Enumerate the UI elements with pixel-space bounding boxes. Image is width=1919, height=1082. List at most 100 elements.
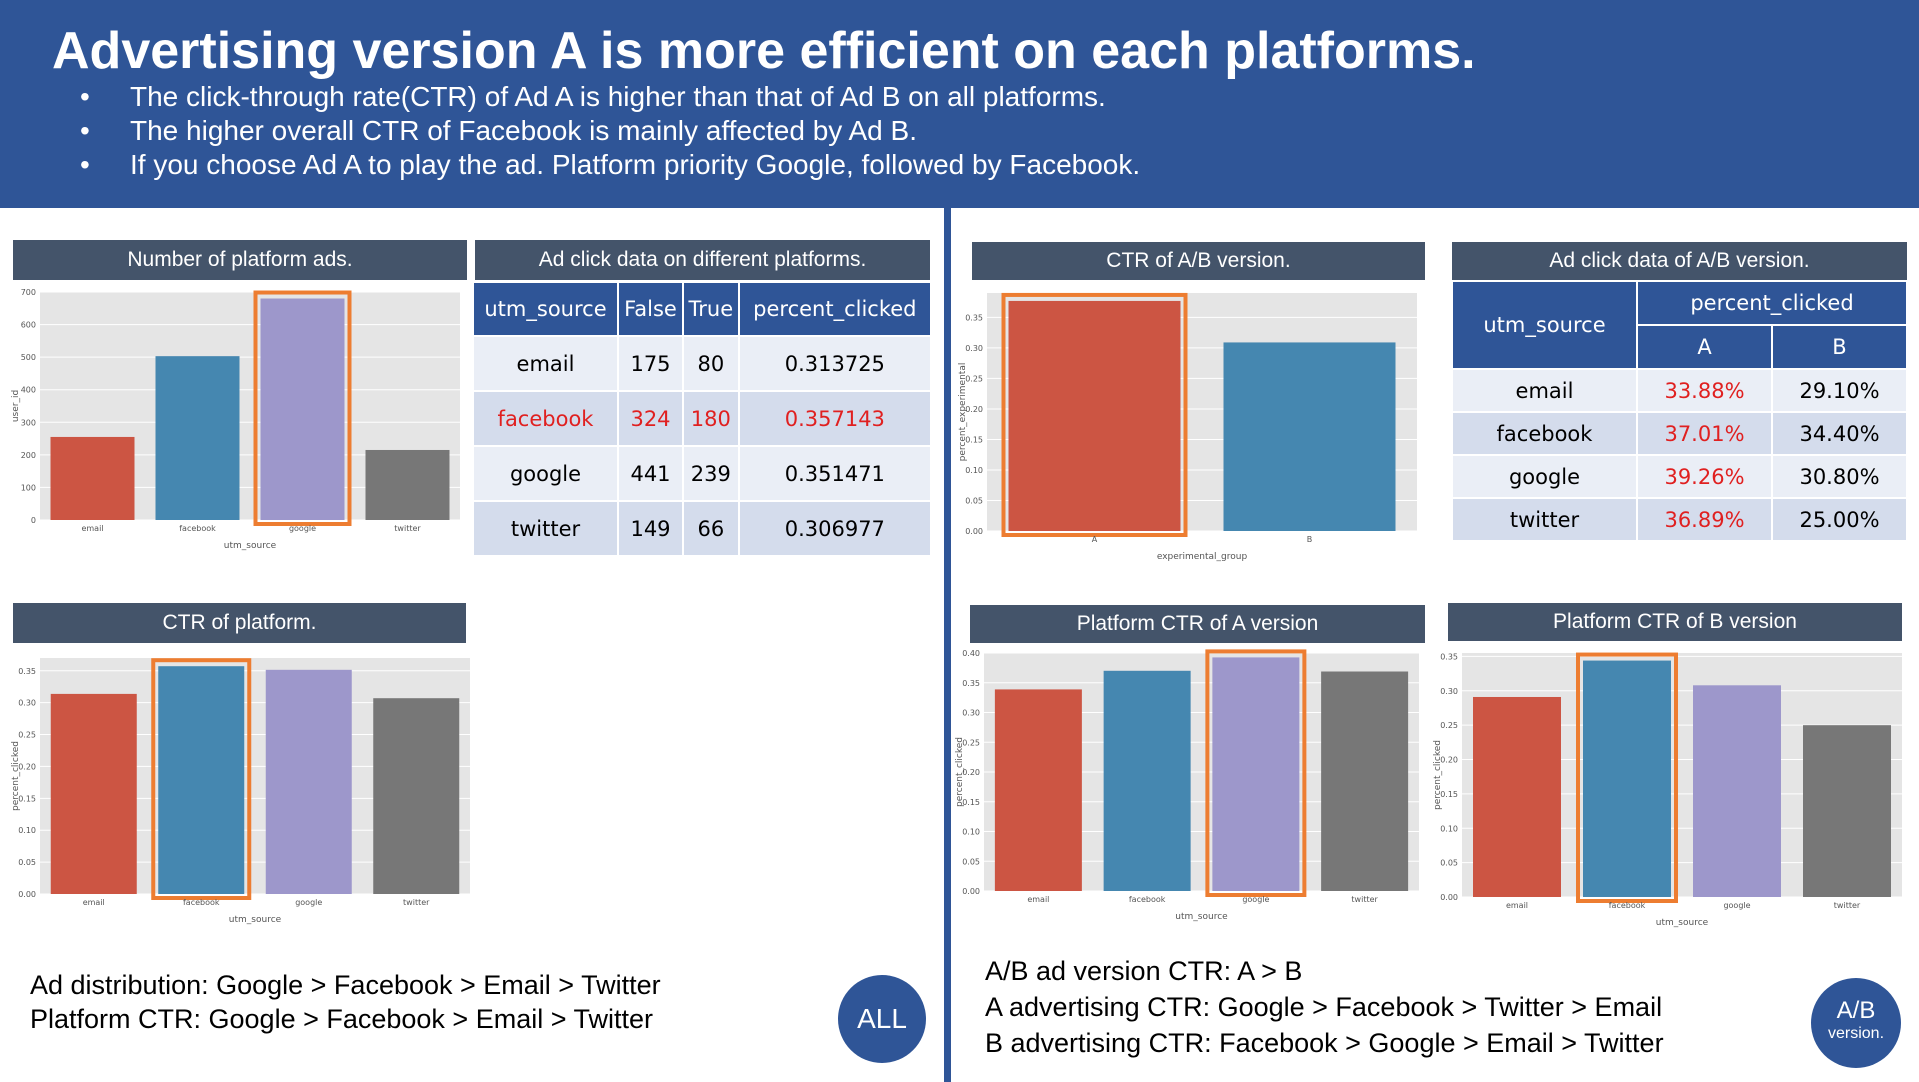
y-tick-label: 0.10	[18, 826, 36, 835]
bullet-icon: •	[80, 149, 90, 180]
y-tick-label: 0.35	[18, 667, 36, 676]
table-row: email 33.88% 29.10%	[1453, 370, 1906, 411]
x-tick-label: twitter	[1351, 895, 1378, 904]
table-row: facebook 324 180 0.357143	[474, 392, 930, 445]
ab-version-badge: A/B version.	[1811, 978, 1901, 1068]
x-tick-label: facebook	[1609, 901, 1646, 910]
col-header-true: True	[684, 283, 738, 335]
cell-b: 29.10%	[1773, 370, 1906, 411]
x-tick-label: google	[295, 898, 322, 907]
platform-a-title: Platform CTR of A version	[970, 605, 1425, 643]
bar-twitter	[1803, 725, 1891, 897]
cell-percent: 0.357143	[739, 392, 930, 445]
y-tick-label: 0.35	[965, 313, 983, 322]
ctr-ab-title: CTR of A/B version.	[972, 242, 1425, 280]
table-row: google 39.26% 30.80%	[1453, 456, 1906, 497]
all-badge: ALL	[838, 975, 926, 1063]
y-tick-label: 0	[31, 516, 36, 525]
cell-true: 180	[684, 392, 738, 445]
y-tick-label: 0.05	[965, 496, 983, 505]
note-line: Ad distribution: Google > Facebook > Ema…	[30, 970, 661, 1000]
x-tick-label: twitter	[394, 524, 421, 533]
bar-email	[994, 689, 1082, 891]
bar-facebook	[155, 356, 240, 520]
cell-source: email	[474, 337, 618, 390]
cell-a: 36.89%	[1638, 499, 1771, 540]
cell-true: 80	[684, 337, 738, 390]
y-axis-label: percent_experimental	[958, 363, 968, 462]
y-tick-label: 100	[21, 483, 36, 492]
table-row: facebook 37.01% 34.40%	[1453, 413, 1906, 454]
center-divider	[944, 208, 951, 1082]
bullet-text: If you choose Ad A to play the ad. Platf…	[130, 149, 1141, 180]
bullet-text: The click-through rate(CTR) of Ad A is h…	[130, 81, 1106, 112]
summary-bullet: • The click-through rate(CTR) of Ad A is …	[80, 80, 1140, 114]
table-row: email 175 80 0.313725	[474, 337, 930, 390]
platform-ads-chart: 0 100 200 300 400 500 600 700 email facebook googl…	[11, 288, 460, 551]
bar-google	[265, 669, 352, 894]
x-axis-label: utm_source	[229, 915, 282, 925]
y-tick-label: 0.05	[962, 857, 980, 866]
x-axis-label: utm_source	[1175, 912, 1228, 922]
bar-twitter	[365, 449, 450, 520]
y-tick-label: 0.30	[1440, 687, 1458, 696]
note-line: A advertising CTR: Google > Facebook > T…	[985, 992, 1663, 1022]
cell-source: twitter	[474, 502, 618, 555]
x-tick-label: email	[1027, 895, 1049, 904]
cell-false: 175	[619, 337, 682, 390]
y-tick-label: 0.40	[962, 649, 980, 658]
x-tick-label: twitter	[1834, 901, 1861, 910]
y-axis-label: percent_clicked	[1433, 740, 1443, 810]
cell-b: 34.40%	[1773, 413, 1906, 454]
col-header-false: False	[619, 283, 682, 335]
y-tick-label: 0.00	[1440, 893, 1458, 902]
bar-twitter	[1321, 671, 1409, 891]
col-header-source: utm_source	[1453, 282, 1636, 368]
x-axis-label: utm_source	[1656, 918, 1709, 928]
y-tick-label: 600	[21, 321, 36, 330]
bullet-icon: •	[80, 115, 90, 146]
cell-percent: 0.351471	[739, 447, 930, 500]
header-banner: Advertising version A is more efficient …	[0, 0, 1919, 208]
x-axis-label: utm_source	[224, 541, 277, 551]
cell-source: google	[474, 447, 618, 500]
bullet-icon: •	[80, 81, 90, 112]
bullet-text: The higher overall CTR of Facebook is ma…	[130, 115, 917, 146]
x-tick-label: A	[1092, 535, 1098, 544]
table-row: twitter 36.89% 25.00%	[1453, 499, 1906, 540]
x-tick-label: facebook	[183, 898, 220, 907]
bar-facebook	[158, 666, 245, 894]
y-tick-label: 700	[21, 288, 36, 297]
y-tick-label: 0.35	[1440, 652, 1458, 661]
col-header-source: utm_source	[474, 283, 618, 335]
cell-b: 25.00%	[1773, 499, 1906, 540]
badge-line-top: A/B	[1836, 997, 1876, 1024]
bar-email	[1473, 696, 1561, 897]
x-tick-label: email	[1506, 901, 1528, 910]
ab-click-title: Ad click data of A/B version.	[1452, 242, 1907, 280]
y-tick-label: 0.00	[965, 527, 983, 536]
x-tick-label: facebook	[179, 524, 216, 533]
x-tick-label: email	[81, 524, 103, 533]
bar-twitter	[373, 698, 460, 894]
cell-true: 66	[684, 502, 738, 555]
x-tick-label: twitter	[403, 898, 430, 907]
cell-source: twitter	[1453, 499, 1636, 540]
y-tick-label: 400	[21, 386, 36, 395]
y-tick-label: 0.10	[962, 828, 980, 837]
cell-true: 239	[684, 447, 738, 500]
bar-google	[260, 298, 345, 520]
click-data-title: Ad click data on different platforms.	[475, 240, 930, 280]
bar-facebook	[1583, 660, 1671, 897]
col-header-percent: percent_clicked	[1638, 282, 1906, 324]
cell-false: 324	[619, 392, 682, 445]
platform-ads-title: Number of platform ads.	[13, 240, 467, 280]
col-header-percent: percent_clicked	[739, 283, 930, 335]
ctr-ab-chart: 0.000.050.100.150.200.250.300.35A Bexperi…	[958, 292, 1417, 562]
x-tick-label: google	[1242, 895, 1269, 904]
note-line: Platform CTR: Google > Facebook > Email …	[30, 1004, 654, 1034]
summary-bullet: • The higher overall CTR of Facebook is m…	[80, 114, 1140, 148]
platform-click-table: utm_source False True percent_clicked em…	[472, 281, 932, 557]
y-tick-label: 0.00	[962, 887, 980, 896]
y-axis-label: user_id	[11, 390, 21, 422]
